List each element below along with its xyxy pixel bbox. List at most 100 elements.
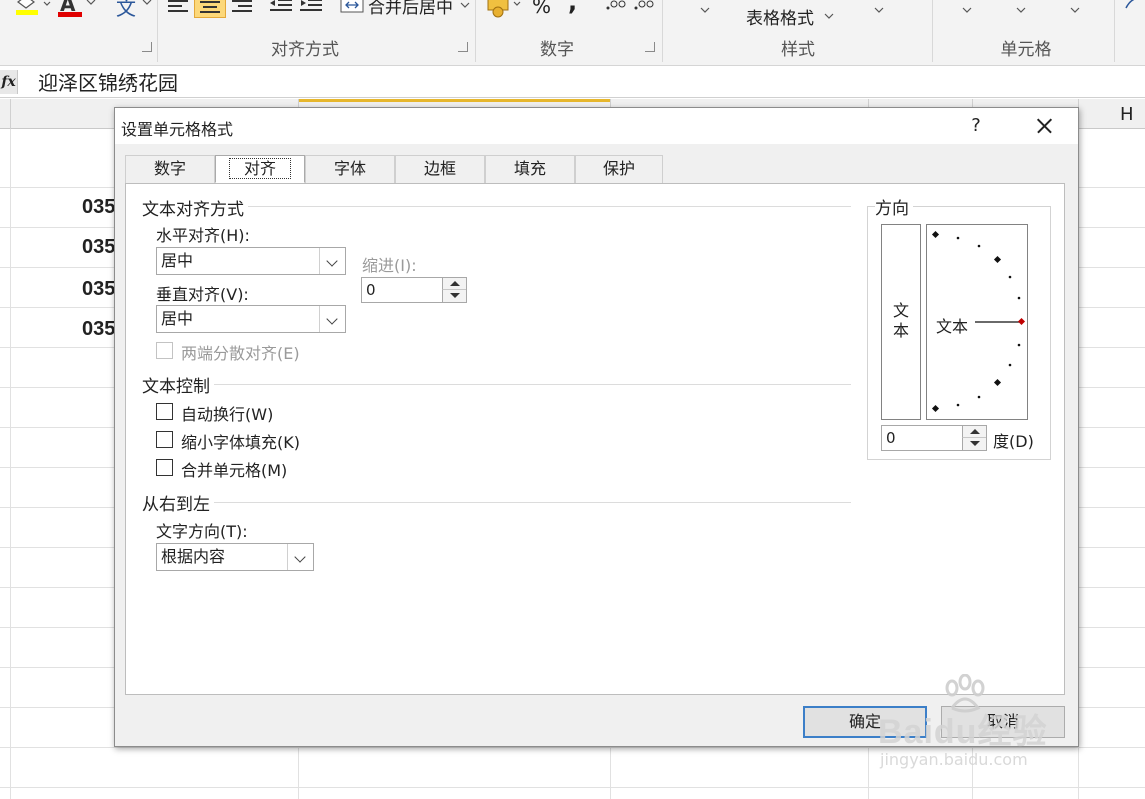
group-label-styles: 样式 [781, 40, 815, 60]
cell-value[interactable]: 035 [82, 196, 115, 219]
column-header-h[interactable]: H [1120, 104, 1134, 125]
chevron-down-icon [460, 2, 470, 8]
orientation-dial[interactable]: 文本 [926, 224, 1028, 420]
cell-value[interactable]: 035 [82, 236, 115, 259]
degree-value: 0 [886, 429, 896, 447]
merge-cells-icon [340, 0, 364, 13]
format-cells-button[interactable] [1060, 0, 1090, 20]
insert-function-icon[interactable]: fx [0, 70, 18, 94]
chevron-down-icon [874, 7, 884, 13]
formula-input[interactable]: 迎泽区锦绣花园 [38, 70, 178, 96]
chevron-down-icon [142, 0, 152, 5]
decrease-decimal-button[interactable] [632, 0, 656, 16]
align-right-button[interactable] [228, 0, 256, 18]
decrease-indent-icon [270, 0, 292, 11]
vertical-align-select[interactable]: 居中 [156, 305, 346, 333]
horizontal-align-select[interactable]: 居中 [156, 247, 346, 275]
format-as-table-label: 表格格式 [746, 9, 814, 29]
increase-indent-button[interactable] [298, 0, 326, 18]
dialog-title-bar[interactable]: 设置单元格格式 ? [115, 108, 1078, 144]
format-cells-dialog: 设置单元格格式 ? 数字 对齐 字体 边框 填充 保护 文本对齐方式 水平对齐(… [114, 107, 1079, 747]
selected-column-indicator [298, 99, 610, 102]
number-group-launcher-icon[interactable] [645, 42, 655, 52]
conditional-format-button[interactable] [676, 0, 746, 20]
tab-number[interactable]: 数字 [125, 155, 215, 183]
text-direction-value: 根据内容 [161, 547, 226, 566]
merge-cells-label: 合并单元格(M) [181, 461, 288, 480]
tab-alignment[interactable]: 对齐 [215, 155, 305, 183]
alignment-group-launcher-icon[interactable] [458, 42, 468, 52]
spin-up-icon[interactable] [442, 278, 466, 290]
tab-fill[interactable]: 填充 [485, 155, 575, 183]
watermark-url: jingyan.baidu.com [880, 750, 1028, 769]
insert-cells-button[interactable] [952, 0, 982, 20]
merge-cells-checkbox[interactable] [156, 459, 173, 476]
spin-down-icon[interactable] [962, 438, 986, 450]
spin-down-icon[interactable] [442, 290, 466, 302]
section-right-to-left: 从右到左 [142, 490, 214, 515]
fill-bucket-icon [16, 0, 51, 15]
align-center-button[interactable] [194, 0, 226, 18]
indent-spinner[interactable]: 0 [361, 277, 467, 303]
decrease-decimal-icon [634, 0, 654, 10]
wrap-text-checkbox[interactable] [156, 403, 173, 420]
section-orientation: 方向 [875, 194, 913, 219]
section-text-alignment: 文本对齐方式 [142, 195, 248, 220]
horizontal-align-value: 居中 [161, 251, 194, 270]
wrap-text-label: 自动换行(W) [181, 405, 274, 424]
group-label-number: 数字 [540, 40, 574, 60]
vertical-text-label: 文本 [893, 301, 910, 340]
tab-protection[interactable]: 保护 [575, 155, 663, 183]
format-as-table-button[interactable]: 表格格式 [746, 4, 836, 30]
phonetic-guide-button[interactable]: 文 [110, 0, 154, 20]
group-label-cells: 单元格 [1000, 40, 1052, 60]
formula-bar: fx 迎泽区锦绣花园 [0, 66, 1145, 98]
horizontal-align-label: 水平对齐(H): [156, 226, 250, 245]
delete-cells-button[interactable] [1006, 0, 1036, 20]
tab-border[interactable]: 边框 [395, 155, 485, 183]
increase-decimal-icon [606, 0, 626, 10]
cell-value[interactable]: 035 [82, 318, 115, 341]
cell-styles-button[interactable] [860, 0, 920, 20]
vertical-text-option[interactable]: 文本 [881, 224, 921, 420]
help-button[interactable]: ? [963, 114, 989, 138]
shrink-to-fit-checkbox[interactable] [156, 431, 173, 448]
fill-color-button[interactable] [14, 0, 52, 16]
tab-font[interactable]: 字体 [305, 155, 395, 183]
merge-center-label: 合并后居中 [368, 0, 453, 18]
vertical-align-label: 垂直对齐(V): [156, 285, 249, 304]
spin-up-icon[interactable] [962, 426, 986, 438]
font-color-button[interactable]: A [58, 0, 98, 18]
merge-center-button[interactable]: 合并后居中 [338, 0, 472, 18]
text-direction-label: 文字方向(T): [156, 522, 248, 541]
chevron-down-icon [962, 7, 972, 13]
editing-icon[interactable] [1124, 0, 1145, 18]
group-label-alignment: 对齐方式 [271, 40, 339, 60]
close-button[interactable] [1027, 112, 1061, 140]
chevron-down-icon [824, 13, 834, 19]
phonetic-char: 文 [116, 0, 136, 20]
decrease-indent-button[interactable] [268, 0, 296, 18]
increase-indent-icon [300, 0, 322, 11]
percent-style-button[interactable]: % [532, 0, 551, 18]
ribbon: A 文 合并后居中 对齐方式 % , 数字 表格格式 样式 单元格 [0, 0, 1145, 66]
shrink-to-fit-label: 缩小字体填充(K) [181, 433, 300, 452]
chevron-down-icon [287, 544, 313, 570]
degree-spinner[interactable]: 0 [881, 425, 987, 451]
text-direction-select[interactable]: 根据内容 [156, 543, 314, 571]
sum-icon [1125, 0, 1135, 9]
dialog-title: 设置单元格格式 [121, 120, 234, 139]
currency-icon [487, 0, 521, 18]
comma-style-button[interactable]: , [568, 0, 577, 16]
align-left-button[interactable] [164, 0, 192, 18]
accounting-format-button[interactable] [486, 0, 524, 18]
font-group-launcher-icon[interactable] [142, 42, 152, 52]
chevron-down-icon [700, 7, 710, 13]
section-text-control: 文本控制 [142, 372, 214, 397]
cell-value[interactable]: 035 [82, 278, 115, 301]
chevron-down-icon [1070, 7, 1080, 13]
increase-decimal-button[interactable] [604, 0, 628, 16]
justify-distributed-checkbox[interactable] [156, 342, 173, 359]
justify-distributed-label: 两端分散对齐(E) [181, 344, 300, 363]
chevron-down-icon [86, 0, 96, 5]
